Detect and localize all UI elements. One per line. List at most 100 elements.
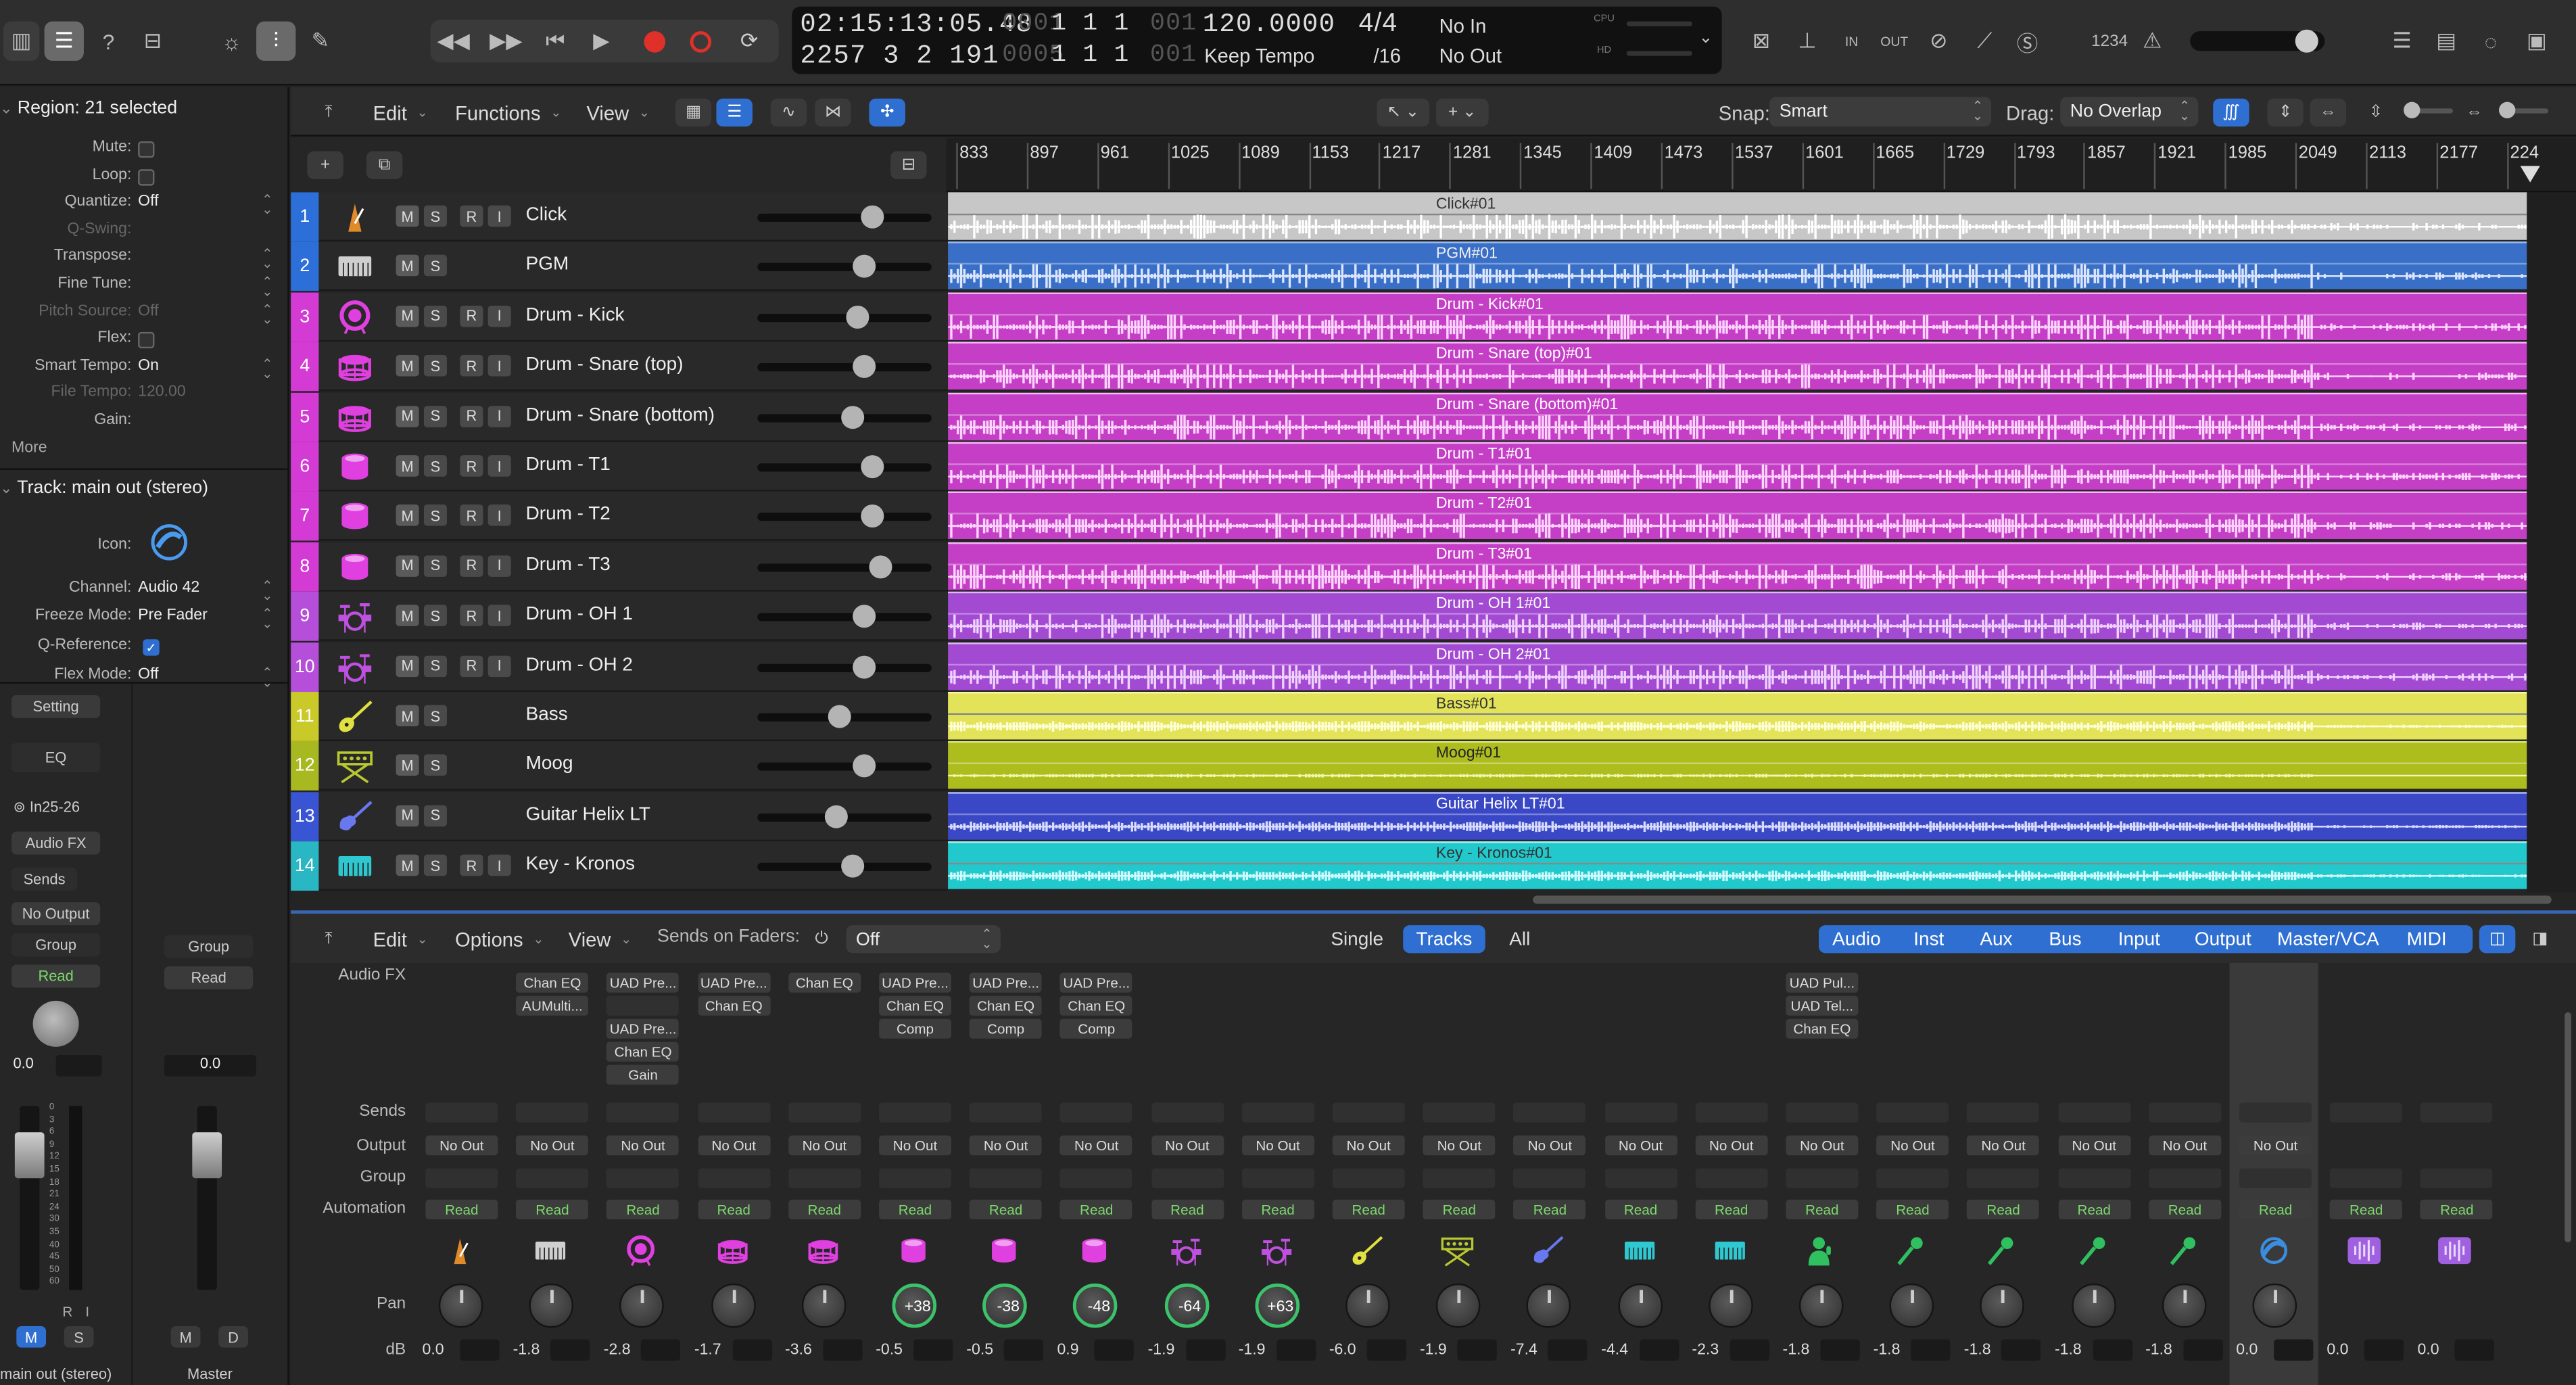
track-header[interactable]: 2 M S PGM PGM#01: [291, 242, 2527, 292]
track-header[interactable]: 7 M S R I Drum - T2 Drum - T2#01: [291, 492, 2527, 542]
disclosure-icon[interactable]: ⌄: [0, 480, 12, 496]
inspector-row[interactable]: Icon:: [0, 536, 289, 562]
output-slot[interactable]: No Out: [1695, 1135, 1768, 1156]
send-slot[interactable]: [1786, 1102, 1859, 1123]
input-monitor-button[interactable]: I: [487, 855, 511, 876]
automation-mode[interactable]: Read: [1786, 1199, 1859, 1220]
track-volume-slider[interactable]: [757, 805, 932, 828]
track-volume-knob[interactable]: [853, 605, 876, 628]
solo-button[interactable]: S: [423, 455, 447, 477]
automation-mode[interactable]: Read: [879, 1199, 951, 1220]
flex-icon[interactable]: ⋈: [815, 98, 851, 127]
solo-button[interactable]: S: [423, 605, 447, 627]
send-slot[interactable]: [788, 1102, 861, 1123]
track-header[interactable]: 5 M S R I Drum - Snare (bottom) Drum - Snare (…: [291, 392, 2527, 442]
metronome-toggle-icon[interactable]: ⟋: [1968, 22, 2001, 61]
group-slot[interactable]: [2239, 1168, 2312, 1188]
mute-button[interactable]: M: [396, 504, 419, 527]
punch-out-icon[interactable]: OUT: [1876, 22, 1912, 61]
group-slot[interactable]: [1604, 1168, 1677, 1188]
audio-region[interactable]: Drum - T2#01: [948, 492, 2527, 540]
go-to-start-icon[interactable]: ⏮: [535, 22, 575, 61]
updown-icon[interactable]: ⌃⌄: [262, 248, 272, 271]
replace-icon[interactable]: ⊠: [1745, 22, 1778, 61]
group-slot[interactable]: [516, 1168, 589, 1188]
inspector-row[interactable]: Pitch Source: Off ⌃ ⌄: [0, 302, 289, 328]
group-slot[interactable]: [879, 1168, 951, 1188]
plugin-slot[interactable]: UAD Pre...: [606, 972, 679, 993]
track-volume-knob[interactable]: [828, 705, 852, 728]
output-slot[interactable]: No Out: [970, 1135, 1043, 1156]
send-slot[interactable]: [1876, 1102, 1949, 1123]
solo-icon[interactable]: Ⓢ: [2011, 22, 2044, 61]
record-enable-button[interactable]: R: [460, 205, 483, 227]
updown-icon[interactable]: ⌃⌄: [262, 193, 272, 216]
audio-region[interactable]: Drum - Snare (top)#01: [948, 342, 2527, 390]
solo-button[interactable]: S: [423, 805, 447, 826]
automation-read-button[interactable]: Read: [11, 964, 101, 988]
updown-icon[interactable]: ⌃⌄: [262, 580, 272, 603]
send-slot[interactable]: [1604, 1102, 1677, 1123]
mute-button[interactable]: M: [396, 555, 419, 577]
automation-mode[interactable]: Read: [606, 1199, 679, 1220]
inspector-row[interactable]: Mute:: [0, 138, 289, 164]
solo-button[interactable]: S: [423, 355, 447, 377]
output-slot[interactable]: No Out: [2057, 1135, 2130, 1156]
grid-view-icon[interactable]: ▦: [675, 98, 712, 127]
automation-mode[interactable]: Read: [1604, 1199, 1677, 1220]
punch-in-icon[interactable]: IN: [1834, 22, 1869, 61]
functions-menu[interactable]: Functions ⌄: [455, 99, 561, 126]
plugin-slot[interactable]: UAD Tel...: [1786, 995, 1859, 1016]
plugin-slot[interactable]: AUMulti...: [516, 995, 589, 1016]
pan-knob[interactable]: -38: [982, 1283, 1028, 1328]
send-slot[interactable]: [2420, 1102, 2494, 1123]
send-slot[interactable]: [1695, 1102, 1768, 1123]
send-slot[interactable]: [1241, 1102, 1314, 1123]
group-slot[interactable]: [2057, 1168, 2130, 1188]
track-header[interactable]: 14 M S R I Key - Kronos Key - Kronos#01: [291, 841, 2527, 891]
output-slot[interactable]: No Out: [606, 1135, 679, 1156]
output-slot[interactable]: No Out: [697, 1135, 770, 1156]
plugin-slot[interactable]: UAD Pre...: [606, 1018, 679, 1039]
input-monitor-button[interactable]: I: [487, 405, 511, 427]
pan-knob[interactable]: +63: [1255, 1283, 1299, 1328]
plugin-slot[interactable]: Chan EQ: [879, 995, 951, 1016]
vertical-zoom-slider[interactable]: [2404, 101, 2453, 118]
plugin-slot[interactable]: Comp: [1060, 1018, 1133, 1039]
master-group-button[interactable]: Group: [164, 935, 254, 958]
mute-button[interactable]: M: [16, 1326, 47, 1348]
eq-display[interactable]: EQ: [11, 743, 101, 773]
track-volume-knob[interactable]: [853, 655, 876, 678]
track-header[interactable]: 8 M S R I Drum - T3 Drum - T3#01: [291, 542, 2527, 592]
output-slot[interactable]: No Out: [1241, 1135, 1314, 1156]
mute-button[interactable]: M: [396, 255, 419, 277]
record-enable-button[interactable]: R: [460, 555, 483, 577]
group-slot[interactable]: [1241, 1168, 1314, 1188]
input-monitor-button[interactable]: I: [487, 455, 511, 477]
automation-mode[interactable]: Read: [1967, 1199, 2040, 1220]
group-slot[interactable]: [2148, 1168, 2221, 1188]
inspector-row[interactable]: Quantize: Off ⌃ ⌄: [0, 193, 289, 219]
mute-button[interactable]: M: [396, 305, 419, 327]
inspector-row[interactable]: Freeze Mode: Pre Fader ⌃ ⌄: [0, 607, 289, 633]
checkbox[interactable]: [138, 332, 155, 349]
checkbox[interactable]: [138, 141, 155, 158]
rewind-icon[interactable]: ◀◀: [431, 22, 477, 61]
track-header[interactable]: 13 M S Guitar Helix LT Guitar Helix LT#01: [291, 791, 2527, 841]
vertical-auto-zoom-icon[interactable]: ⇳: [2358, 99, 2393, 126]
send-slot[interactable]: [1332, 1102, 1405, 1123]
automation-mode[interactable]: Read: [2420, 1199, 2494, 1220]
mixer-icon[interactable]: ⫶: [256, 21, 296, 61]
region-header[interactable]: ⌄ Region: 21 selected: [0, 99, 177, 118]
horizontal-scrollbar[interactable]: [1533, 895, 2552, 904]
track-header[interactable]: 12 M S Moog Moog#01: [291, 741, 2527, 791]
master-dim-button[interactable]: D: [218, 1326, 248, 1348]
track-volume-knob[interactable]: [846, 305, 870, 329]
automation-mode[interactable]: Read: [970, 1199, 1043, 1220]
audio-region[interactable]: Click#01: [948, 192, 2527, 240]
plugin-slot[interactable]: UAD Pre...: [879, 972, 951, 993]
chevron-down-icon[interactable]: ⌄: [1699, 30, 1713, 49]
fast-forward-icon[interactable]: ▶▶: [483, 22, 529, 61]
send-slot[interactable]: [970, 1102, 1043, 1123]
track-volume-slider[interactable]: [757, 255, 932, 279]
